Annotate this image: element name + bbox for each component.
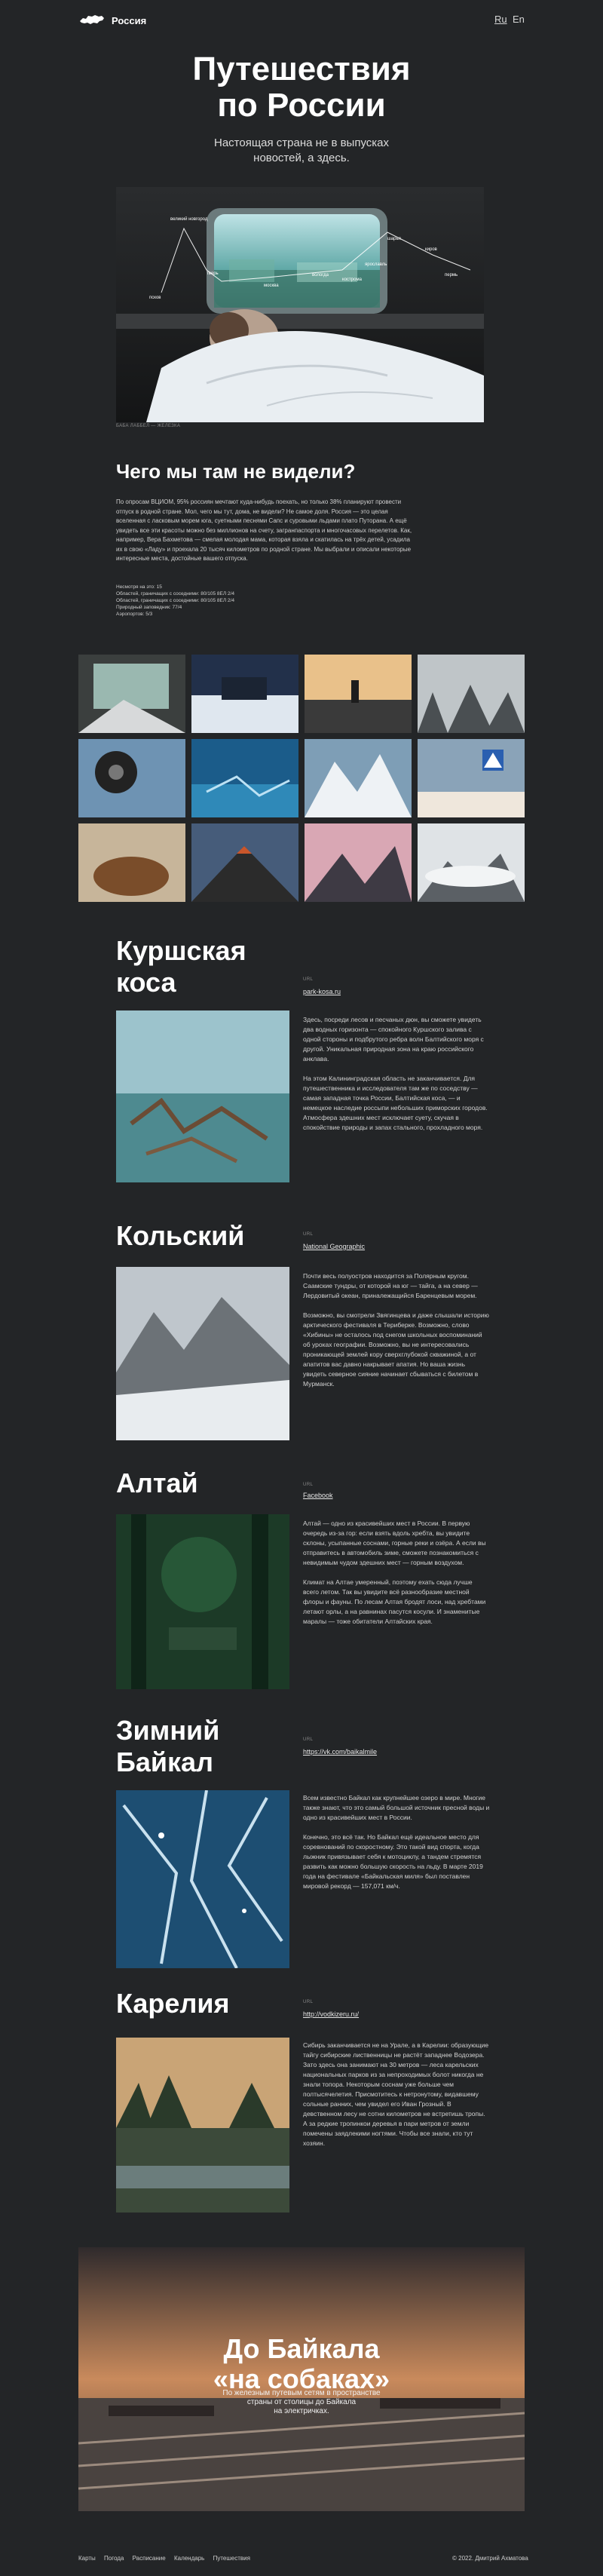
- intro-title: Чего мы там не видели?: [116, 460, 356, 483]
- hero-train-window-image: великий новгород псков тверь москва воло…: [116, 187, 484, 422]
- lang-ru-link[interactable]: Ru: [494, 14, 507, 25]
- winter-baikal-description: Всем известно Байкал как крупнейшее озер…: [303, 1793, 490, 1891]
- page-subtitle: Настоящая страна не в выпусках новостей,…: [0, 136, 603, 166]
- paragraph: Алтай — одно из красивейших мест в Росси…: [303, 1520, 486, 1566]
- chart-label-2: псков: [149, 296, 161, 300]
- copyright: © 2022. Дмитрий Ахматова: [452, 2555, 528, 2562]
- url-label: URL: [303, 1232, 314, 1237]
- page-title-line-1: Путешествия: [192, 51, 411, 87]
- top-bar: Россия Ru En: [0, 0, 603, 42]
- altai-description: Алтай — одно из красивейших мест в Росси…: [303, 1519, 490, 1627]
- page-title-line-2: по России: [217, 87, 386, 124]
- page-subtitle-line-1: Настоящая страна не в выпусках: [213, 136, 390, 149]
- photo-grid: [78, 655, 525, 902]
- photo-tile-icebreaker[interactable]: [191, 655, 298, 733]
- stat-line: Несмотря на это: 15: [116, 584, 162, 590]
- title-line: Куршская: [116, 935, 246, 966]
- paragraph: На этом Калининградская область не закан…: [303, 1075, 488, 1131]
- photo-tile-road-sign[interactable]: [418, 739, 525, 817]
- footer-link-travel[interactable]: Путешествия: [213, 2555, 250, 2562]
- chart-label-6: кострома: [342, 278, 363, 282]
- banner-title: До Байкала «на собаках»: [78, 2334, 525, 2394]
- paragraph: Климат на Алтае умеренный, поэтому ехать…: [303, 1578, 486, 1625]
- intro-text: По опросам ВЦИОМ, 95% россиян мечтают ку…: [116, 498, 412, 562]
- lang-en-link[interactable]: En: [513, 14, 525, 25]
- photo-tile-volcano[interactable]: [191, 823, 298, 902]
- destination-title-kola: Кольский: [116, 1220, 244, 1252]
- title-line: Зимний: [116, 1715, 220, 1746]
- chart-label-7: ярославль: [365, 262, 387, 267]
- winter-baikal-link[interactable]: https://vk.com/baikalmile: [303, 1748, 377, 1756]
- altai-link[interactable]: Facebook: [303, 1492, 333, 1499]
- chart-label-10: пермь: [445, 273, 458, 278]
- intro-stats: Несмотря на это: 15 Областей, граничащих…: [116, 584, 234, 618]
- chart-label-8: шарья: [387, 237, 401, 241]
- photo-tile-mountain-sunset[interactable]: [305, 655, 412, 733]
- banner-subtitle: По железным путевым сетям в пространстве…: [78, 2389, 525, 2416]
- russia-map-logo-icon[interactable]: [78, 14, 106, 26]
- paragraph: Почти весь полуостров находится за Поляр…: [303, 1272, 478, 1299]
- photo-tile-frozen-wheel[interactable]: [78, 739, 185, 817]
- photo-tile-autumn-field[interactable]: [78, 823, 185, 902]
- paragraph: Всем известно Байкал как крупнейшее озер…: [303, 1794, 490, 1821]
- curonian-spit-link[interactable]: park-kosa.ru: [303, 988, 341, 995]
- subtitle-line: По железным путевым сетям в пространстве: [222, 2389, 381, 2397]
- kola-link[interactable]: National Geographic: [303, 1243, 365, 1250]
- paragraph: Конечно, это всё так. Но Байкал ещё идеа…: [303, 1833, 483, 1890]
- title-line: коса: [116, 967, 176, 998]
- footer-link-schedule[interactable]: Расписание: [133, 2555, 166, 2562]
- destination-title-curonian-spit: Куршская коса: [116, 935, 246, 998]
- stat-line: Аэропортов: 5/3: [116, 612, 153, 617]
- photo-tile-cloud-peaks[interactable]: [418, 823, 525, 902]
- chart-label-5: вологда: [312, 273, 329, 278]
- karelia-image: [116, 2038, 289, 2213]
- subtitle-line: на электричках.: [274, 2407, 329, 2415]
- title-line: Карелия: [116, 1988, 230, 2019]
- photo-tile-train-window[interactable]: [78, 655, 185, 733]
- title-line: Кольский: [116, 1220, 245, 1251]
- footer-nav: Карты Погода Расписание Календарь Путеше…: [78, 2555, 257, 2562]
- photo-tile-snowy-peaks[interactable]: [305, 739, 412, 817]
- kola-image: [116, 1267, 289, 1440]
- subtitle-line: страны от столицы до Байкала: [246, 2398, 357, 2406]
- karelia-description: Сибирь заканчивается не на Урале, а в Ка…: [303, 2041, 490, 2148]
- photo-tile-blue-ice[interactable]: [191, 739, 298, 817]
- photo-tile-foggy-forest[interactable]: [418, 655, 525, 733]
- brand-name[interactable]: Россия: [112, 15, 146, 26]
- page-subtitle-line-2: новостей, а здесь.: [253, 152, 350, 164]
- chart-label-3: тверь: [207, 271, 219, 276]
- winter-baikal-image: [116, 1790, 289, 1968]
- paragraph: Сибирь заканчивается не на Урале, а в Ка…: [303, 2041, 489, 2147]
- footer-link-calendar[interactable]: Календарь: [174, 2555, 204, 2562]
- kola-description: Почти весь полуостров находится за Поляр…: [303, 1271, 490, 1389]
- photo-tile-pink-mountains[interactable]: [305, 823, 412, 902]
- stat-line: Областей, граничащих с соседними: 80/105…: [116, 591, 234, 596]
- page-title: Путешествия по России: [0, 51, 603, 124]
- destination-title-karelia: Карелия: [116, 1988, 229, 2019]
- url-label: URL: [303, 977, 314, 982]
- footer-link-maps[interactable]: Карты: [78, 2555, 96, 2562]
- url-label: URL: [303, 2000, 314, 2004]
- url-label: URL: [303, 1483, 314, 1487]
- altai-image: [116, 1514, 289, 1689]
- url-label: URL: [303, 1737, 314, 1742]
- paragraph: Здесь, посреди лесов и песчаных дюн, вы …: [303, 1016, 484, 1063]
- destination-title-altai: Алтай: [116, 1467, 198, 1499]
- hero-image-caption: БАБА ЛАББЕЛ — ЖЕЛЕЗКА: [116, 424, 181, 428]
- karelia-link[interactable]: http://vodkizeru.ru/: [303, 2010, 359, 2018]
- curonian-spit-image: [116, 1010, 289, 1182]
- paragraph: Возможно, вы смотрели Звягинцева и даже …: [303, 1311, 489, 1388]
- title-line: Байкал: [116, 1746, 213, 1777]
- stat-line: Областей, граничащих с соседними: 80/105…: [116, 598, 234, 603]
- title-line: Алтай: [116, 1467, 198, 1498]
- destination-title-winter-baikal: Зимний Байкал: [116, 1715, 219, 1778]
- curonian-spit-description: Здесь, посреди лесов и песчаных дюн, вы …: [303, 1015, 490, 1133]
- footer-link-weather[interactable]: Погода: [104, 2555, 124, 2562]
- chart-label-4: москва: [264, 284, 279, 288]
- stat-line: Природный заповедник: 77/4: [116, 605, 182, 610]
- chart-label-9: киров: [425, 247, 437, 252]
- title-line: До Байкала: [223, 2333, 380, 2364]
- chart-label-1: великий новгород: [170, 216, 208, 222]
